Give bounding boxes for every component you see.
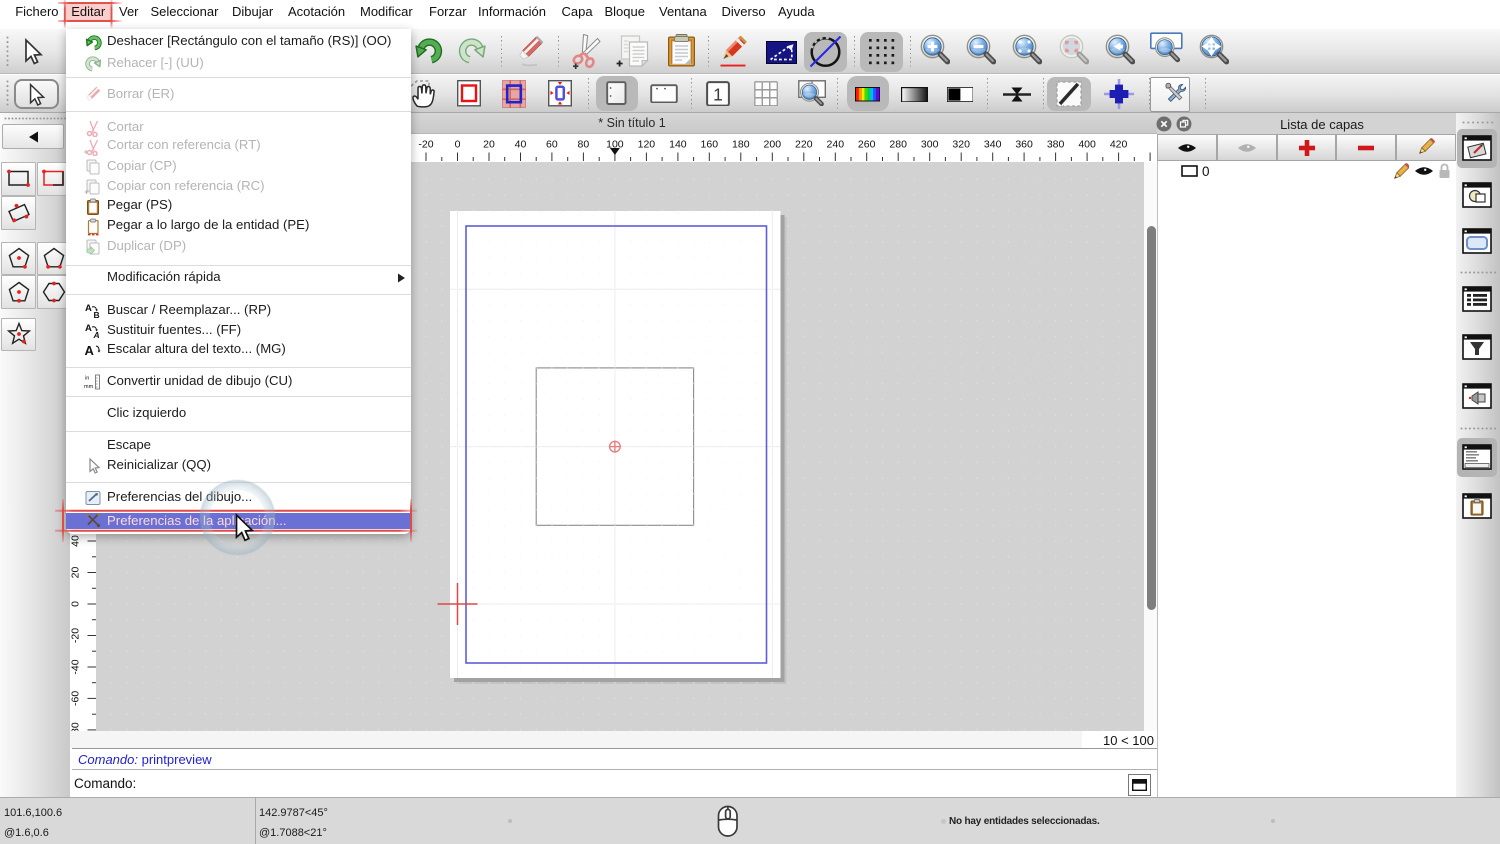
svg-text:280: 280 — [889, 139, 907, 151]
svg-text:80: 80 — [578, 139, 590, 151]
svg-text:20: 20 — [70, 567, 82, 579]
svg-text:1: 1 — [713, 84, 723, 104]
svg-text:A: A — [85, 343, 95, 358]
svg-text:mm: mm — [84, 384, 94, 390]
svg-text:160: 160 — [701, 139, 719, 151]
svg-text:120: 120 — [638, 139, 656, 151]
svg-text:40: 40 — [515, 139, 527, 151]
svg-text:-60: -60 — [70, 691, 82, 706]
svg-text:60: 60 — [546, 139, 558, 151]
svg-text:0: 0 — [70, 601, 82, 607]
svg-text:B: B — [94, 310, 100, 320]
svg-text:260: 260 — [858, 139, 876, 151]
svg-text:A: A — [85, 323, 92, 334]
svg-text:340: 340 — [984, 139, 1002, 151]
svg-text:A: A — [93, 330, 100, 340]
svg-text:200: 200 — [764, 139, 782, 151]
svg-text:380: 380 — [1047, 139, 1065, 151]
svg-text:-20: -20 — [70, 628, 82, 643]
svg-text:360: 360 — [1015, 139, 1033, 151]
svg-text:20: 20 — [483, 139, 495, 151]
svg-text:320: 320 — [952, 139, 970, 151]
svg-text:-80: -80 — [70, 722, 82, 731]
svg-text:0: 0 — [455, 139, 461, 151]
svg-text:240: 240 — [827, 139, 845, 151]
svg-text:A: A — [85, 303, 92, 314]
svg-text:420: 420 — [1110, 139, 1128, 151]
svg-text:-20: -20 — [418, 139, 433, 151]
svg-text:in: in — [85, 376, 89, 382]
svg-text:-40: -40 — [70, 659, 82, 674]
svg-text:220: 220 — [795, 139, 813, 151]
svg-text:300: 300 — [921, 139, 939, 151]
svg-text:400: 400 — [1078, 139, 1096, 151]
svg-text:140: 140 — [669, 139, 687, 151]
svg-text:180: 180 — [732, 139, 750, 151]
